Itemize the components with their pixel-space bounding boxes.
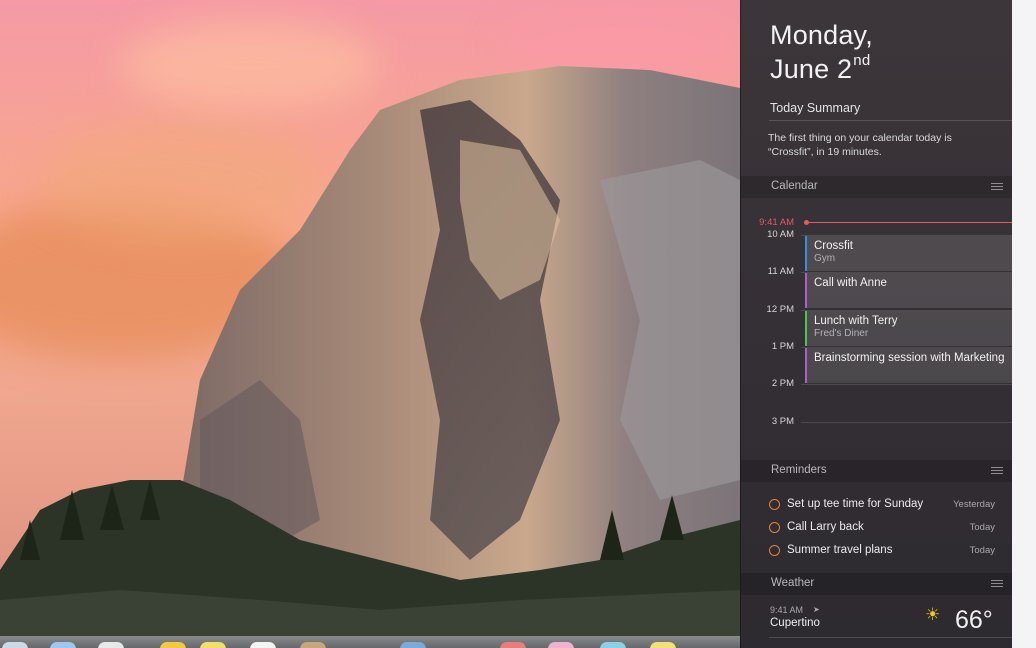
event-title: Lunch with Terry	[814, 315, 898, 327]
reminder-text: Call Larry back	[787, 521, 864, 533]
hour-gridline	[801, 422, 1013, 423]
today-summary-title: Today Summary	[770, 101, 861, 115]
dock-icon[interactable]	[160, 642, 186, 648]
dock[interactable]	[0, 636, 740, 648]
desktop-wallpaper	[0, 0, 740, 648]
reminder-checkbox[interactable]	[769, 545, 780, 556]
dock-icon[interactable]	[98, 642, 124, 648]
notification-center-panel: Monday, June 2nd Today Summary The first…	[740, 0, 1013, 648]
dock-icon[interactable]	[650, 642, 676, 648]
dock-icon[interactable]	[600, 642, 626, 648]
today-summary-text: The first thing on your calendar today i…	[768, 132, 952, 158]
hour-label: 1 PM	[771, 341, 794, 352]
calendar-event[interactable]: Lunch with Terry Fred's Diner	[805, 311, 1013, 346]
hour-label: 10 AM	[767, 229, 794, 240]
calendar-event[interactable]: Crossfit Gym	[805, 236, 1013, 271]
hour-label: 3 PM	[771, 416, 794, 427]
dock-icon[interactable]	[300, 642, 326, 648]
event-location: Gym	[814, 253, 836, 264]
date-month-day: June 2nd	[770, 52, 870, 85]
weather-temperature: 66°	[955, 606, 993, 634]
screen-edge	[1012, 0, 1036, 648]
weather-city[interactable]: Cupertino	[770, 617, 820, 629]
reminder-text: Summer travel plans	[787, 544, 893, 556]
reminder-checkbox[interactable]	[769, 499, 780, 510]
calendar-widget-header[interactable]: Calendar	[741, 176, 1013, 198]
dock-icon[interactable]	[250, 642, 276, 648]
divider	[769, 120, 1013, 121]
reminders-widget-title: Reminders	[771, 464, 827, 476]
weather-widget-header[interactable]: Weather	[741, 573, 1013, 595]
hour-label: 11 AM	[767, 266, 794, 277]
dock-icon[interactable]	[548, 642, 574, 648]
calendar-widget-title: Calendar	[771, 180, 818, 192]
date-month-day-text: June 2	[770, 54, 853, 84]
reminder-due: Yesterday	[953, 499, 995, 510]
event-title: Call with Anne	[814, 277, 887, 289]
dock-icon[interactable]	[50, 642, 76, 648]
event-title: Brainstorming session with Marketing	[814, 352, 1005, 364]
dock-icon[interactable]	[400, 642, 426, 648]
current-time-dot	[804, 220, 809, 225]
calendar-event[interactable]: Call with Anne	[805, 273, 1013, 308]
sun-icon: ☀	[925, 605, 941, 624]
hour-label: 12 PM	[766, 304, 794, 315]
event-title: Crossfit	[814, 240, 853, 252]
current-time-line	[805, 222, 1013, 223]
reorder-handle-icon[interactable]	[991, 467, 1003, 474]
calendar-event[interactable]: Brainstorming session with Marketing	[805, 348, 1013, 383]
mountain-illustration	[0, 66, 740, 648]
hour-label: 2 PM	[771, 378, 794, 389]
date-weekday: Monday,	[770, 20, 873, 50]
dock-icon[interactable]	[500, 642, 526, 648]
reorder-handle-icon[interactable]	[991, 580, 1003, 587]
weather-widget-title: Weather	[771, 577, 815, 589]
reminder-text: Set up tee time for Sunday	[787, 498, 924, 510]
reminders-widget-header[interactable]: Reminders	[741, 460, 1013, 482]
reminder-due: Today	[969, 545, 995, 556]
dock-icon[interactable]	[200, 642, 226, 648]
reminder-item[interactable]: Summer travel plans Today	[769, 543, 995, 561]
reorder-handle-icon[interactable]	[991, 183, 1003, 190]
reminder-due: Today	[969, 522, 995, 533]
location-arrow-icon: ➤	[813, 605, 820, 614]
desktop-screen: Monday, June 2nd Today Summary The first…	[0, 0, 1036, 648]
hour-gridline	[801, 384, 1013, 385]
reminder-item[interactable]: Set up tee time for Sunday Yesterday	[769, 497, 995, 515]
reminder-item[interactable]: Call Larry back Today	[769, 520, 995, 538]
dock-icon[interactable]	[2, 642, 28, 648]
weather-time: 9:41 AM	[770, 605, 804, 615]
reminder-checkbox[interactable]	[769, 522, 780, 533]
current-time-label: 9:41 AM	[759, 217, 794, 228]
event-location: Fred's Diner	[814, 328, 869, 339]
divider	[769, 637, 1013, 638]
date-ordinal: nd	[853, 52, 871, 69]
